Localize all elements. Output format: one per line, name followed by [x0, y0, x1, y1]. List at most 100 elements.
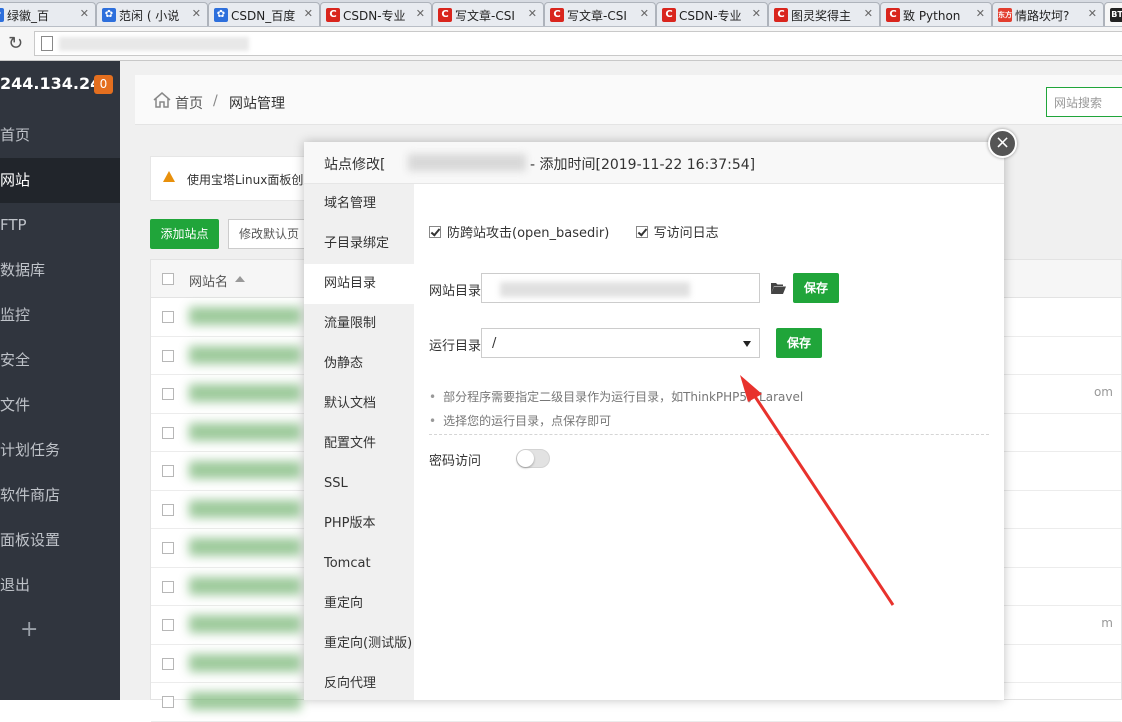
browser-tab[interactable]: C 写文章-CSI ✕	[432, 2, 544, 26]
home-icon[interactable]	[153, 92, 171, 108]
dialog-menu-item[interactable]: 流量限制	[304, 304, 414, 344]
modify-default-page-button[interactable]: 修改默认页	[228, 219, 308, 249]
row-checkbox[interactable]	[162, 311, 174, 323]
close-dialog-button[interactable]: ×	[988, 129, 1017, 158]
site-search-input[interactable]: 网站搜索	[1046, 87, 1122, 117]
dialog-menu-item[interactable]: 子目录绑定	[304, 224, 414, 264]
site-name-redacted[interactable]	[189, 461, 301, 479]
site-name-redacted[interactable]	[189, 653, 301, 672]
browser-toolbar: ↻	[0, 27, 1122, 61]
browser-tab[interactable]: C 写文章-CSI ✕	[544, 2, 656, 26]
csdn-favicon-icon: C	[550, 8, 564, 22]
dialog-menu-item[interactable]: SSL	[304, 464, 414, 504]
column-site-name[interactable]: 网站名	[189, 271, 228, 290]
close-tab-icon[interactable]: ✕	[192, 7, 201, 20]
site-name-redacted[interactable]	[189, 345, 301, 364]
browser-tab[interactable]: ✿ 范闲 ( 小说 ✕	[96, 2, 208, 26]
row-checkbox[interactable]	[162, 619, 174, 631]
dialog-menu-item[interactable]: 伪静态	[304, 344, 414, 384]
add-icon[interactable]: +	[20, 617, 38, 642]
row-checkbox[interactable]	[162, 503, 174, 516]
access-log-checkbox[interactable]	[635, 226, 648, 238]
browser-tab[interactable]: C 图灵奖得主 ✕	[768, 2, 880, 26]
site-name-redacted[interactable]	[189, 422, 301, 441]
browser-tab[interactable]: BTA	[1104, 2, 1122, 26]
site-name-redacted[interactable]	[189, 576, 301, 595]
sidebar-item[interactable]: FTP	[0, 203, 120, 248]
password-access-toggle[interactable]	[516, 449, 550, 468]
sidebar-item[interactable]: 数据库	[0, 248, 120, 293]
sort-asc-icon[interactable]	[235, 276, 245, 282]
add-site-button[interactable]: 添加站点	[150, 219, 219, 249]
row-checkbox[interactable]	[162, 696, 174, 708]
site-edit-dialog: 站点修改[ - 添加时间[2019-11-22 16:37:54] 域名管理 子目…	[304, 142, 1004, 700]
run-dir-label: 运行目录	[429, 339, 482, 354]
site-name-redacted[interactable]	[189, 692, 301, 710]
select-all-checkbox[interactable]	[162, 273, 174, 285]
site-name-redacted[interactable]	[189, 384, 301, 402]
browser-tab-title: 致 Python	[903, 9, 961, 23]
sidebar-item[interactable]: 安全	[0, 338, 120, 383]
close-tab-icon[interactable]: ✕	[80, 7, 89, 20]
dialog-menu-item[interactable]: Tomcat	[304, 544, 414, 584]
row-checkbox[interactable]	[162, 657, 174, 670]
row-checkbox[interactable]	[162, 388, 174, 400]
close-tab-icon[interactable]: ✕	[976, 7, 985, 20]
row-checkbox[interactable]	[162, 426, 174, 439]
browser-tab[interactable]: ✿绿徽_百 ✕	[0, 2, 96, 26]
site-name-redacted[interactable]	[189, 538, 301, 556]
browser-tab-title: 写文章-CSI	[567, 9, 627, 23]
reload-icon[interactable]: ↻	[8, 33, 23, 54]
browser-tab[interactable]: C CSDN-专业 ✕	[656, 2, 768, 26]
row-tail-text: om	[1093, 385, 1113, 399]
run-dir-select[interactable]: /	[481, 328, 760, 358]
sidebar: 244.134.249 0 首页 网站 FTP 数据库 监控 安全 文件 计划任务 软件商店 面板…	[0, 61, 120, 700]
close-tab-icon[interactable]: ✕	[528, 7, 537, 20]
dialog-menu-item[interactable]: 网站目录	[304, 264, 414, 304]
paw-favicon-icon: ✿	[214, 8, 228, 22]
anti-cross-site-label: 防跨站攻击(open_basedir)	[447, 226, 610, 241]
dialog-menu-item[interactable]: 重定向	[304, 584, 414, 624]
save-site-dir-button[interactable]: 保存	[793, 273, 839, 303]
csdn-favicon-icon: C	[662, 8, 676, 22]
dialog-menu-item[interactable]: 反向代理	[304, 664, 414, 704]
row-checkbox[interactable]	[162, 465, 174, 477]
browser-tab[interactable]: C致 Python ✕	[880, 2, 992, 26]
close-tab-icon[interactable]: ✕	[416, 7, 425, 20]
dialog-menu-item[interactable]: 配置文件	[304, 424, 414, 464]
folder-open-icon[interactable]	[770, 281, 787, 295]
save-run-dir-button[interactable]: 保存	[776, 328, 822, 358]
close-tab-icon[interactable]: ✕	[864, 7, 873, 20]
sidebar-item[interactable]: 监控	[0, 293, 120, 338]
breadcrumb-home[interactable]: 首页	[175, 93, 203, 113]
browser-tab[interactable]: ✿ CSDN_百度 ✕	[208, 2, 320, 26]
site-name-redacted[interactable]	[189, 307, 301, 325]
sidebar-item[interactable]: 软件商店	[0, 473, 120, 518]
message-badge[interactable]: 0	[94, 75, 113, 94]
close-tab-icon[interactable]: ✕	[1088, 7, 1097, 20]
dialog-menu-item[interactable]: 默认文档	[304, 384, 414, 424]
close-tab-icon[interactable]: ✕	[640, 7, 649, 20]
site-dir-input[interactable]	[481, 273, 760, 303]
row-checkbox[interactable]	[162, 349, 174, 362]
sidebar-item[interactable]: 文件	[0, 383, 120, 428]
sidebar-item[interactable]: 计划任务	[0, 428, 120, 473]
sidebar-item[interactable]: 面板设置	[0, 518, 120, 563]
sidebar-item[interactable]: 网站	[0, 158, 120, 203]
site-name-redacted[interactable]	[189, 499, 301, 518]
site-name-redacted	[408, 154, 526, 171]
row-checkbox[interactable]	[162, 580, 174, 593]
site-name-redacted[interactable]	[189, 615, 301, 633]
sidebar-item[interactable]: 首页	[0, 113, 120, 158]
sidebar-item[interactable]: 退出	[0, 563, 120, 608]
address-bar[interactable]	[34, 31, 1122, 56]
row-checkbox[interactable]	[162, 542, 174, 554]
dialog-menu-item[interactable]: PHP版本	[304, 504, 414, 544]
close-tab-icon[interactable]: ✕	[752, 7, 761, 20]
browser-tab[interactable]: C CSDN-专业 ✕	[320, 2, 432, 26]
close-tab-icon[interactable]: ✕	[304, 7, 313, 20]
browser-tab[interactable]: 东方 情路坎坷? ✕	[992, 2, 1104, 26]
anti-cross-site-checkbox[interactable]	[429, 226, 441, 238]
dialog-menu-item[interactable]: 重定向(测试版)	[304, 624, 414, 664]
dialog-menu-item[interactable]: 域名管理	[304, 184, 414, 224]
